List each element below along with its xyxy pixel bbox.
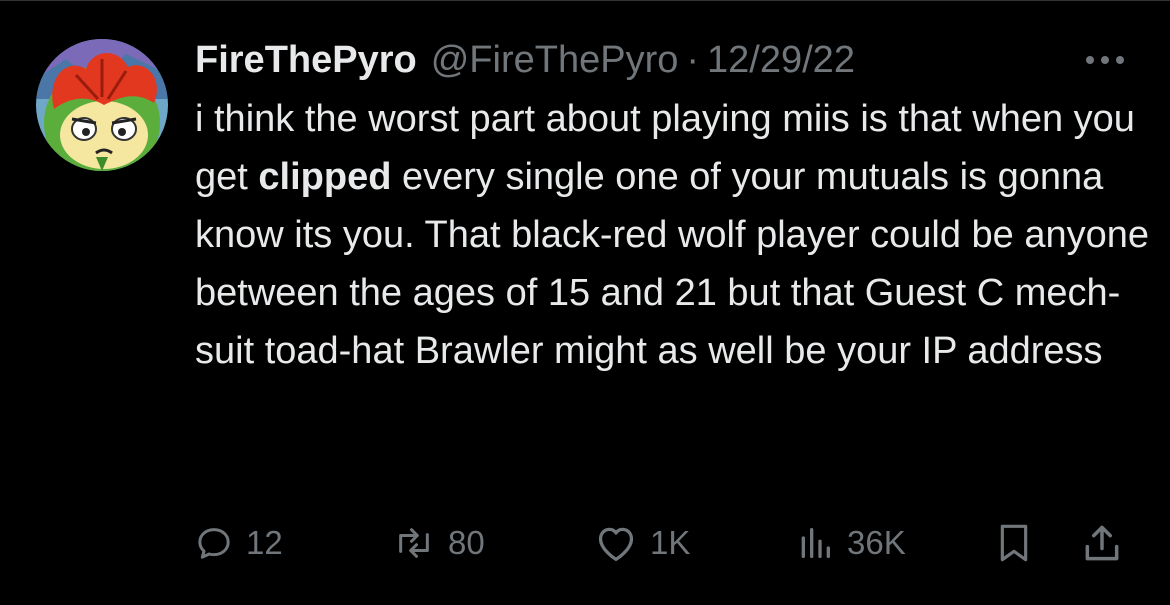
views-chart-icon <box>801 528 830 558</box>
tweet-date[interactable]: 12/29/22 <box>707 35 855 85</box>
views-button[interactable]: 36K <box>795 511 906 575</box>
retweet-button[interactable]: 80 <box>392 511 485 575</box>
tweet-text-bold: clipped <box>258 156 392 198</box>
bookmark-button[interactable] <box>994 511 1034 575</box>
heart-icon <box>598 527 634 561</box>
reply-icon <box>198 528 230 559</box>
retweet-count: 80 <box>448 524 485 561</box>
user-handle[interactable]: @FireThePyro <box>431 35 679 85</box>
reply-button[interactable]: 12 <box>194 511 283 575</box>
display-name[interactable]: FireThePyro <box>195 35 417 85</box>
like-count: 1K <box>650 524 691 561</box>
tweet: FireThePyro @FireThePyro · 12/29/22 i th… <box>0 0 1170 605</box>
share-icon <box>1085 525 1119 561</box>
tweet-header: FireThePyro @FireThePyro · 12/29/22 <box>195 35 855 85</box>
tweet-text: i think the worst part about playing mii… <box>195 90 1155 380</box>
views-count: 36K <box>847 524 906 561</box>
more-horizontal-icon <box>1086 56 1124 64</box>
share-button[interactable] <box>1080 511 1124 575</box>
action-bar: 12 80 1K 36K <box>0 511 1170 575</box>
avatar[interactable] <box>36 39 168 171</box>
reply-count: 12 <box>246 524 283 561</box>
like-button[interactable]: 1K <box>594 511 690 575</box>
avatar-image <box>36 39 168 171</box>
bookmark-icon <box>1000 524 1028 562</box>
more-button[interactable] <box>1080 43 1130 77</box>
header-separator: · <box>686 39 700 81</box>
retweet-icon <box>399 528 429 558</box>
